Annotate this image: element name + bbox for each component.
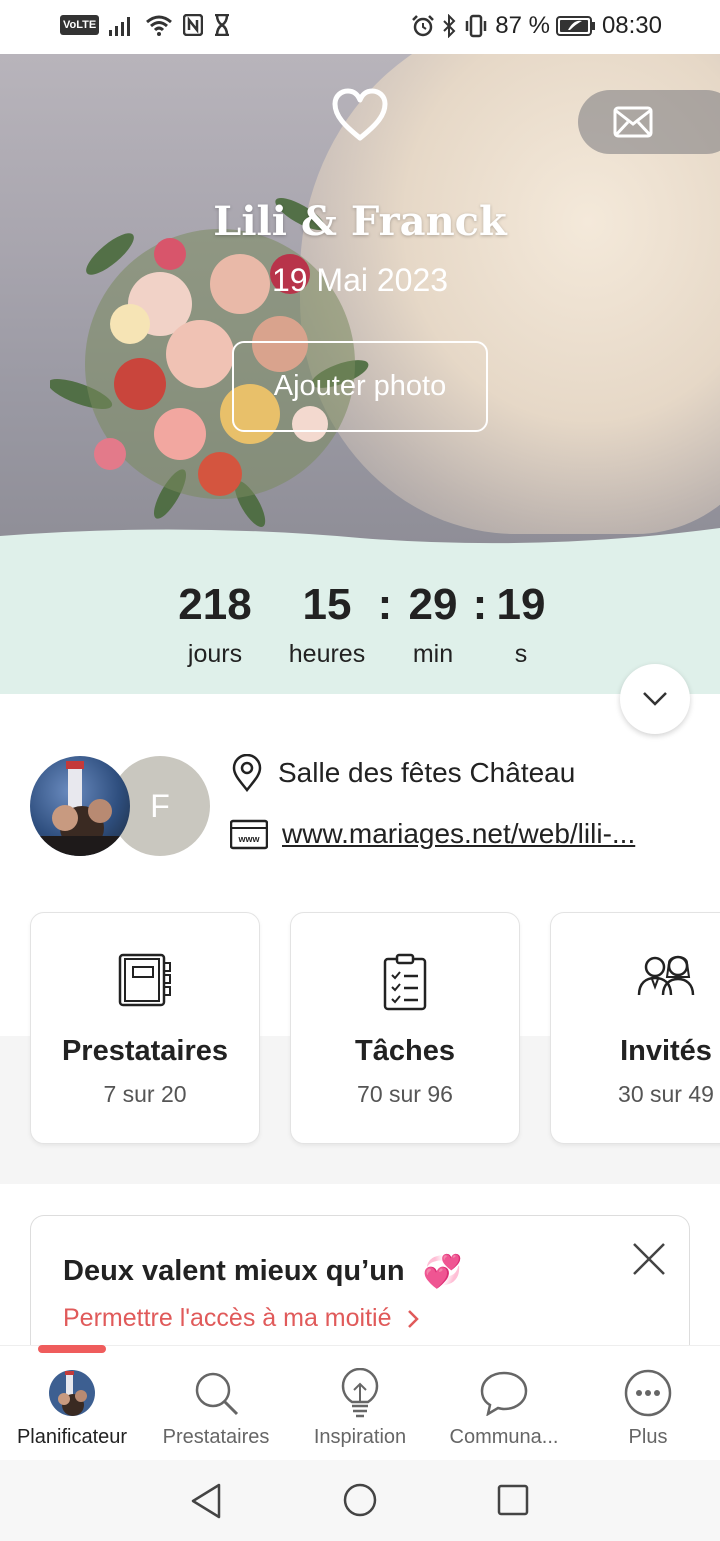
couple-names: Lili & Franck — [213, 198, 507, 245]
nav-label: Planificateur — [16, 1426, 128, 1448]
close-icon[interactable] — [631, 1241, 667, 1277]
nfc-icon — [183, 14, 204, 36]
user-avatar[interactable] — [30, 756, 130, 856]
banner-title-text: Deux valent mieux qu’un — [63, 1254, 405, 1287]
hearts-emoji-icon: 💞 — [422, 1253, 463, 1289]
countdown-separator: : — [377, 580, 393, 629]
recents-icon[interactable] — [496, 1483, 530, 1517]
notebook-icon — [118, 953, 171, 1007]
card-title: Invités — [620, 1035, 712, 1067]
countdown-minutes-value: 29 — [408, 580, 458, 629]
card-taches[interactable]: Tâches 70 sur 96 — [290, 912, 520, 1144]
wedding-website-link[interactable]: www.mariages.net/web/lili-... — [282, 818, 682, 850]
countdown-seconds-label: s — [514, 640, 528, 668]
hero-photo: Lili & Franck 19 Mai 2023 Ajouter photo — [0, 54, 720, 544]
countdown-hours-label: heures — [288, 640, 366, 668]
nav-communaute[interactable]: Communa... — [432, 1368, 576, 1449]
alarm-icon — [412, 15, 435, 37]
card-prestataires[interactable]: Prestataires 7 sur 20 — [30, 912, 260, 1144]
back-icon[interactable] — [188, 1482, 224, 1520]
volte-indicator: VoLTE — [60, 15, 100, 35]
user-photo — [30, 761, 130, 856]
card-title: Tâches — [355, 1035, 455, 1067]
more-icon — [624, 1369, 672, 1417]
card-title: Prestataires — [61, 1035, 229, 1067]
invite-partner-link-text: Permettre l'accès à ma moitié — [63, 1304, 392, 1332]
svg-text:www: www — [237, 834, 260, 844]
nav-label: Inspiration — [313, 1426, 407, 1448]
clock-time: 08:30 — [601, 12, 662, 39]
card-invites[interactable]: Invités 30 sur 49 — [550, 912, 720, 1144]
expand-details-button[interactable] — [620, 664, 690, 734]
hourglass-icon — [215, 14, 230, 36]
website-icon: www — [230, 819, 268, 850]
invite-partner-link[interactable]: Permettre l'accès à ma moitié — [63, 1304, 420, 1333]
nav-prestataires[interactable]: Prestataires — [144, 1368, 288, 1449]
envelope-icon — [613, 106, 653, 138]
nav-plus[interactable]: Plus — [576, 1368, 720, 1449]
card-count: 30 sur 49 — [618, 1081, 714, 1107]
chevron-down-icon — [643, 692, 667, 706]
nav-label: Communa... — [449, 1426, 559, 1448]
venue-row: Salle des fêtes Château — [230, 754, 575, 792]
countdown-days-label: jours — [187, 640, 243, 668]
bluetooth-icon — [443, 14, 456, 38]
card-count: 70 sur 96 — [357, 1081, 453, 1107]
chevron-right-icon — [408, 1310, 420, 1329]
countdown-minutes-label: min — [412, 640, 454, 668]
battery-percent: 87 % — [495, 12, 550, 39]
messages-button[interactable] — [578, 90, 720, 154]
search-icon — [195, 1372, 239, 1416]
user-avatar-small-icon — [49, 1370, 95, 1416]
home-icon[interactable] — [342, 1482, 378, 1518]
active-tab-indicator — [38, 1345, 106, 1353]
wifi-icon — [146, 15, 173, 36]
system-navigation-bar — [0, 1460, 720, 1541]
lightbulb-icon — [341, 1368, 379, 1418]
heart-logo-icon — [332, 88, 388, 141]
banner-title: Deux valent mieux qu’un 💞 — [63, 1252, 462, 1290]
vibrate-icon — [465, 14, 487, 38]
countdown-hours-value: 15 — [302, 580, 352, 629]
card-count: 7 sur 20 — [103, 1081, 187, 1107]
nav-label: Prestataires — [162, 1426, 270, 1448]
website-row[interactable]: www www.mariages.net/web/lili-... — [230, 818, 682, 850]
venue-name: Salle des fêtes Château — [278, 757, 576, 788]
add-photo-button[interactable]: Ajouter photo — [232, 341, 488, 432]
wedding-date: 19 Mai 2023 — [271, 262, 449, 298]
checklist-icon — [383, 953, 427, 1011]
countdown-days-value: 218 — [178, 580, 252, 629]
countdown-seconds-value: 19 — [496, 580, 546, 629]
nav-label: Plus — [628, 1426, 668, 1448]
location-pin-icon — [232, 754, 262, 792]
guests-icon — [637, 955, 695, 996]
nav-inspiration[interactable]: Inspiration — [288, 1368, 432, 1449]
nav-planificateur[interactable]: Planificateur — [0, 1368, 144, 1449]
status-bar: VoLTE 87 % 08:30 — [0, 0, 720, 54]
signal-icon — [109, 17, 131, 36]
battery-icon — [555, 16, 595, 36]
chat-bubble-icon — [480, 1371, 528, 1416]
hero-wave-divider — [0, 528, 720, 570]
